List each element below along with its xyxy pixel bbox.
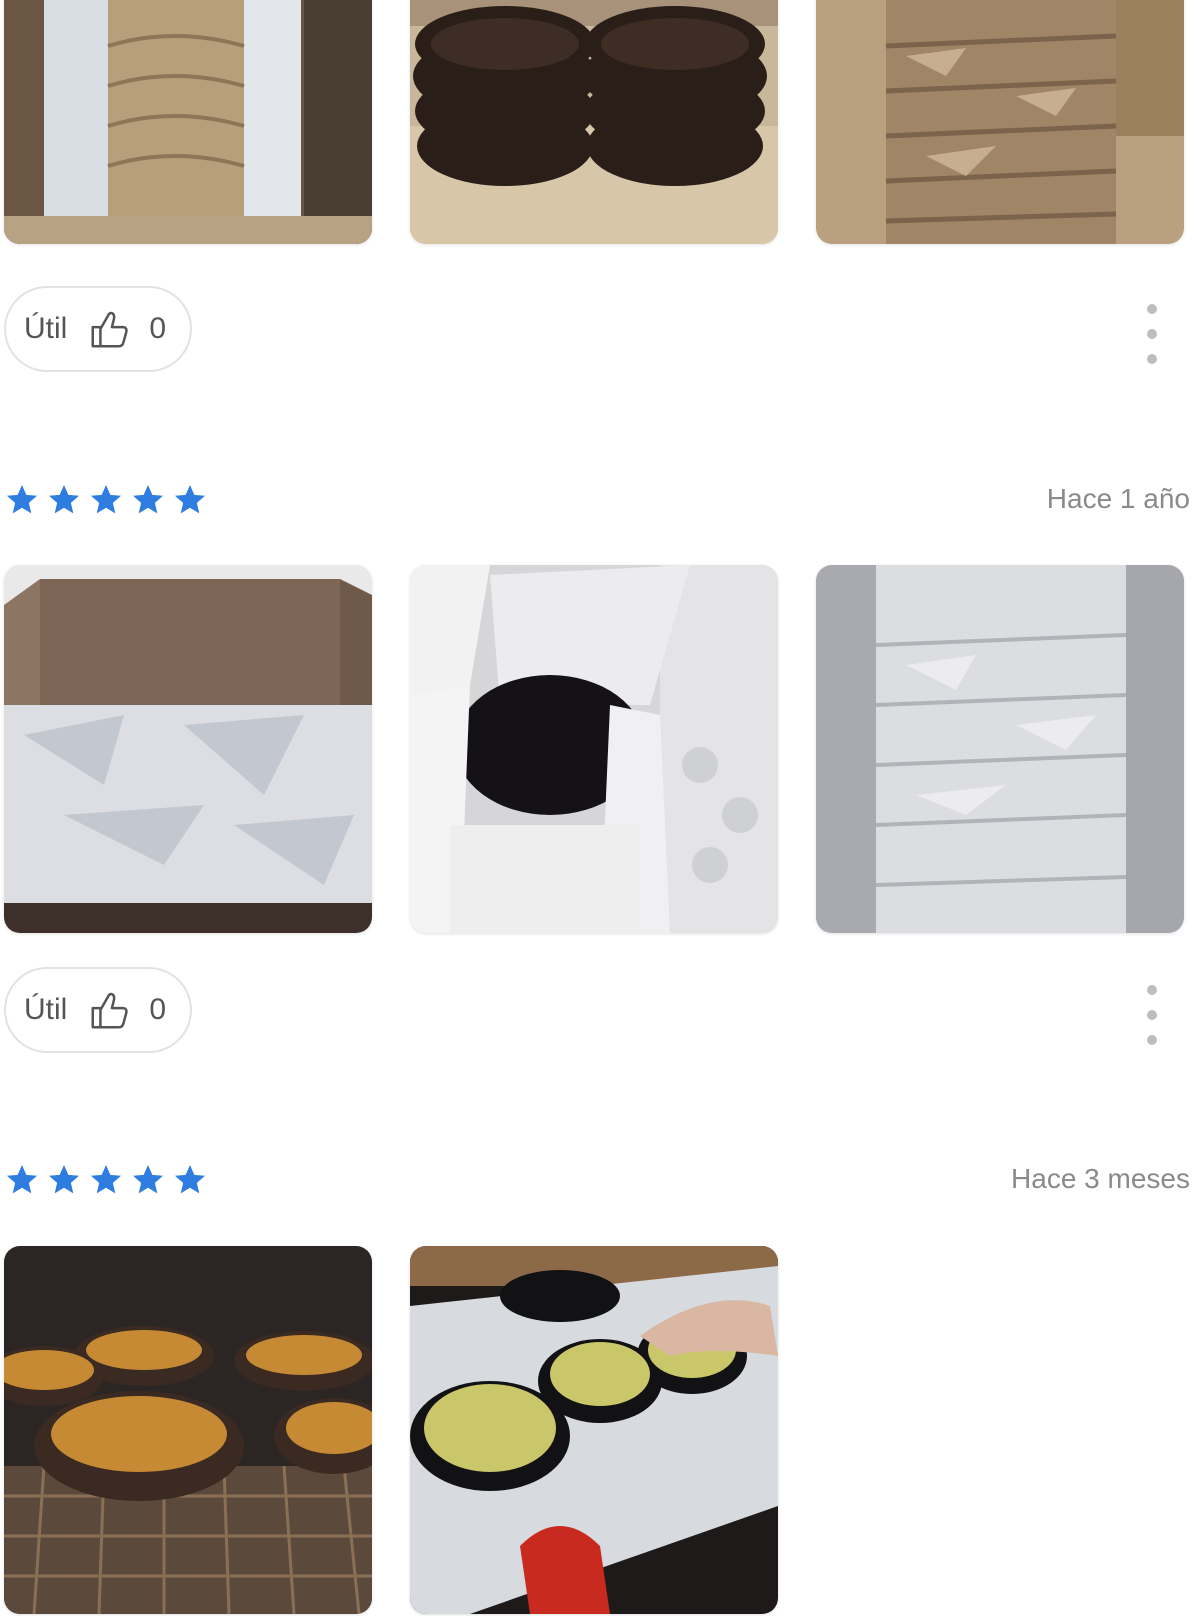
helpful-label: Útil <box>24 312 68 345</box>
helpful-count: 0 <box>149 312 167 345</box>
review-photo[interactable] <box>410 0 778 244</box>
star-icon <box>175 1165 205 1194</box>
review-photo[interactable] <box>410 1246 778 1614</box>
review-date: Hace 3 meses <box>1011 1163 1190 1194</box>
star-icon <box>133 485 163 514</box>
thumbs-up-icon <box>91 992 129 1029</box>
more-options-icon[interactable] <box>1140 304 1164 364</box>
helpful-button[interactable]: Útil 0 <box>4 286 192 372</box>
review-photo[interactable] <box>4 565 372 933</box>
star-icon <box>7 1165 37 1194</box>
review-date: Hace 1 año <box>1046 483 1190 514</box>
star-icon <box>133 1165 163 1194</box>
helpful-button[interactable]: Útil 0 <box>4 967 192 1053</box>
more-options-icon[interactable] <box>1140 985 1164 1045</box>
star-icon <box>91 1165 121 1194</box>
thumbs-up-icon <box>91 311 129 348</box>
star-icon <box>175 485 205 514</box>
star-rating <box>4 482 208 522</box>
helpful-label: Útil <box>24 993 68 1026</box>
star-icon <box>91 485 121 514</box>
star-icon <box>7 485 37 514</box>
review-photo[interactable] <box>4 0 372 244</box>
review-photo[interactable] <box>816 0 1184 244</box>
star-icon <box>49 485 79 514</box>
star-icon <box>49 1165 79 1194</box>
review-photo[interactable] <box>410 565 778 933</box>
review-photo[interactable] <box>4 1246 372 1614</box>
review-photo[interactable] <box>816 565 1184 933</box>
helpful-count: 0 <box>149 993 167 1026</box>
star-rating <box>4 1162 208 1202</box>
